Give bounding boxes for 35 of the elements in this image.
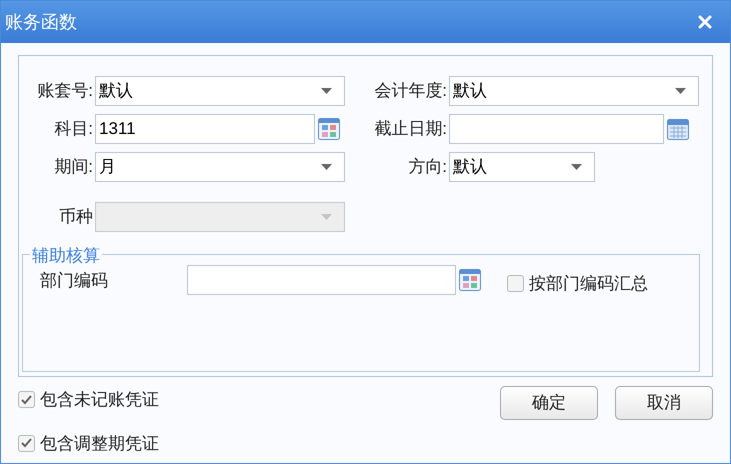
dropdown[interactable]: 默认 bbox=[449, 152, 595, 182]
caret-icon bbox=[571, 164, 582, 170]
dropdown[interactable]: 月 bbox=[95, 152, 345, 182]
grid-icon[interactable] bbox=[459, 269, 481, 291]
checkbox[interactable] bbox=[18, 434, 35, 452]
field-label: 截止日期: bbox=[373, 118, 448, 140]
checkbox-label[interactable]: 按部门编码汇总 bbox=[529, 271, 648, 296]
input-field[interactable]: 1311 bbox=[95, 114, 315, 144]
input-field[interactable] bbox=[187, 265, 456, 295]
window-title: 账务函数 bbox=[5, 10, 77, 34]
grid-icon[interactable] bbox=[318, 118, 340, 140]
field-label: 方向: bbox=[407, 156, 448, 178]
caret-icon bbox=[321, 164, 332, 170]
field-label: 部门编码 bbox=[40, 270, 109, 292]
date-field[interactable] bbox=[449, 114, 664, 144]
caret-icon bbox=[321, 214, 332, 220]
dropdown[interactable]: 默认 bbox=[95, 76, 345, 106]
checkbox[interactable] bbox=[18, 391, 35, 408]
checkbox-label[interactable]: 包含调整期凭证 bbox=[40, 430, 159, 456]
close-icon[interactable] bbox=[698, 15, 712, 29]
caret-icon bbox=[675, 88, 686, 94]
dialog-button[interactable]: 确定 bbox=[500, 386, 598, 420]
check-icon bbox=[21, 438, 32, 448]
check-icon bbox=[21, 394, 32, 405]
field-label: 科目: bbox=[53, 118, 94, 140]
field-label: 会计年度: bbox=[373, 80, 448, 102]
checkbox[interactable] bbox=[507, 275, 524, 292]
calendar-icon[interactable] bbox=[667, 118, 689, 140]
dropdown[interactable]: 默认 bbox=[449, 76, 699, 106]
caret-icon bbox=[321, 88, 332, 94]
field-label: 账套号: bbox=[36, 80, 94, 102]
dialog-button[interactable]: 取消 bbox=[615, 386, 713, 420]
checkbox-label[interactable]: 包含未记账凭证 bbox=[40, 387, 159, 412]
field-label: 期间: bbox=[53, 156, 94, 178]
field-label: 币种 bbox=[58, 206, 94, 228]
